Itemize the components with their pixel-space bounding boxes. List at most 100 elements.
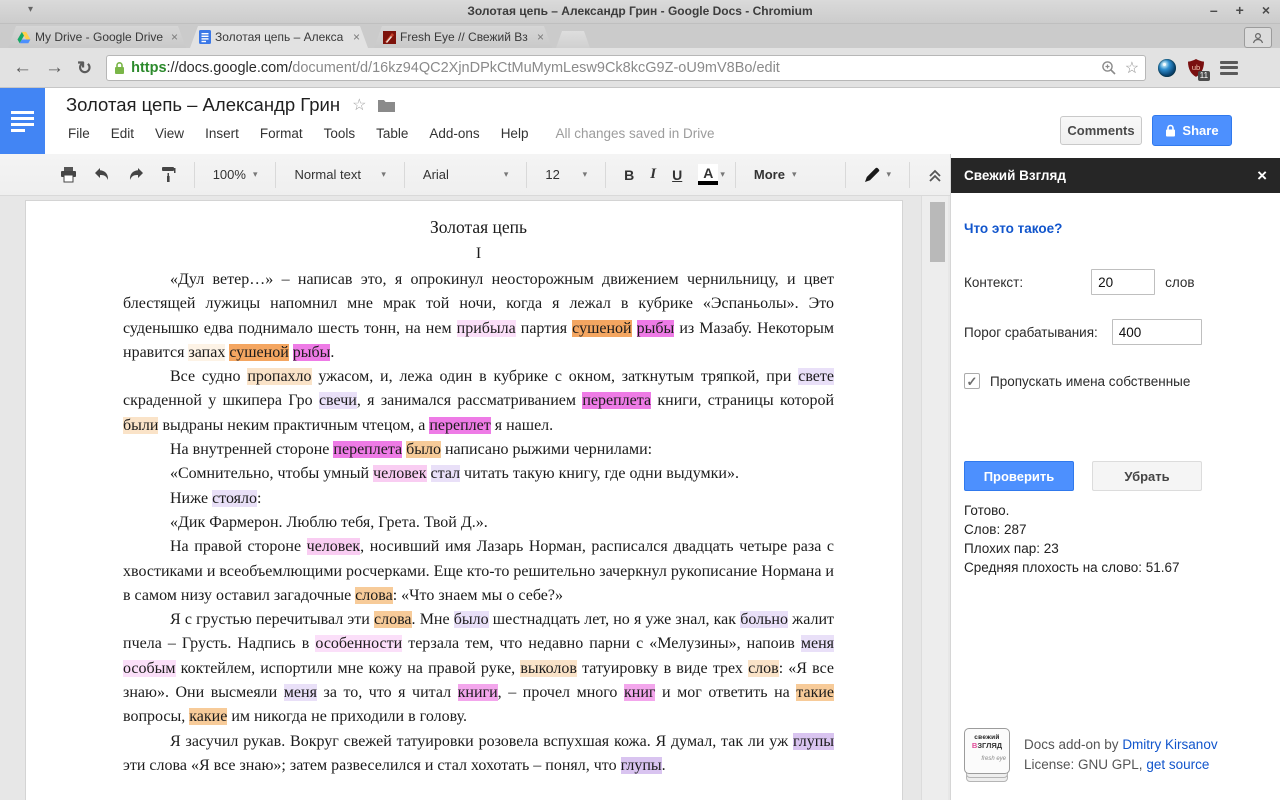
menu-insert[interactable]: Insert: [205, 126, 239, 141]
what-is-this-link[interactable]: Что это такое?: [964, 221, 1062, 236]
paragraph[interactable]: На внутренней стороне переплета было нап…: [123, 438, 834, 462]
profile-button[interactable]: [1244, 27, 1272, 48]
url-host: ://docs.google.com/: [167, 60, 293, 76]
highlighted-word: стояло: [212, 490, 257, 507]
collapse-toolbar-icon[interactable]: [928, 168, 942, 182]
clear-button[interactable]: Убрать: [1092, 461, 1202, 491]
menu-file[interactable]: File: [68, 126, 90, 141]
docs-home-button[interactable]: [0, 88, 45, 154]
highlighted-word: меня: [801, 635, 834, 652]
highlighted-word: сушеной: [229, 344, 288, 361]
scrollbar-thumb[interactable]: [930, 202, 945, 262]
tab-fresh-eye[interactable]: Fresh Eye // Свежий Вз ×: [374, 26, 552, 48]
document-page[interactable]: Золотая цепь I «Дул ветер…» – написав эт…: [25, 200, 903, 800]
paragraph[interactable]: На правой стороне человек, носивший имя …: [123, 535, 834, 608]
menu-help[interactable]: Help: [501, 126, 529, 141]
new-tab-button[interactable]: [556, 31, 590, 48]
pen-icon: [864, 167, 880, 183]
highlighted-word: книг: [624, 684, 655, 701]
forward-button[interactable]: →: [45, 58, 64, 77]
context-label: Контекст:: [964, 275, 1023, 290]
reload-button[interactable]: ↻: [77, 59, 92, 77]
tab-my-drive[interactable]: My Drive - Google Drive ×: [8, 26, 186, 48]
move-folder-icon[interactable]: [378, 99, 395, 112]
context-input[interactable]: [1091, 269, 1155, 295]
docs-toolbar: 100%▾ Normal text▾ Arial▾ 12▾ B I U A ▾ …: [0, 154, 950, 196]
zoom-select[interactable]: 100%▾: [213, 167, 258, 182]
menu-table[interactable]: Table: [376, 126, 408, 141]
threshold-input[interactable]: [1112, 319, 1202, 345]
status-line: Средняя плохость на слово: 51.67: [964, 558, 1180, 577]
tab-label: Золотая цепь – Алекса: [215, 30, 347, 44]
doc-chapter-number: I: [123, 242, 834, 266]
get-source-link[interactable]: get source: [1146, 757, 1209, 772]
tab-close-icon[interactable]: ×: [351, 30, 362, 44]
tab-close-icon[interactable]: ×: [169, 30, 180, 44]
doc-heading: Золотая цепь: [123, 215, 834, 240]
minimize-button[interactable]: –: [1210, 2, 1218, 18]
star-document-icon[interactable]: ☆: [352, 95, 366, 115]
document-scrollbar[interactable]: [921, 196, 948, 800]
document-title[interactable]: Золотая цепь – Александр Грин: [66, 94, 340, 116]
tab-strip: My Drive - Google Drive × Золотая цепь –…: [0, 24, 1280, 48]
bookmark-star-icon[interactable]: ☆: [1125, 58, 1139, 78]
status-report: Готово. Слов: 287 Плохих пар: 23 Средняя…: [964, 501, 1180, 577]
chevron-down-icon: ▾: [253, 169, 258, 180]
paragraph[interactable]: Ниже стояло:: [123, 487, 834, 511]
paragraph[interactable]: Я засучил рукав. Вокруг свежей татуировк…: [123, 730, 834, 779]
highlighted-word: были: [123, 417, 158, 434]
fresh-eye-addon-icon: свежий ВЗГЛЯД fresh eye: [964, 728, 1010, 782]
fresh-eye-extension-icon[interactable]: [1158, 59, 1176, 77]
paragraph[interactable]: Я с грустью перечитывал эти слова. Мне б…: [123, 608, 834, 729]
docs-header: Золотая цепь – Александр Грин ☆ File Edit…: [0, 88, 1280, 154]
print-icon[interactable]: [60, 167, 77, 183]
tab-golden-chain[interactable]: Золотая цепь – Алекса ×: [190, 26, 368, 48]
close-button[interactable]: ×: [1262, 2, 1270, 18]
ublock-extension-icon[interactable]: ub 11: [1186, 58, 1206, 78]
highlighted-word: меня: [284, 684, 317, 701]
paint-format-icon[interactable]: [161, 166, 176, 183]
url-bar[interactable]: https://docs.google.com/document/d/16kz9…: [106, 55, 1146, 81]
underline-button[interactable]: U: [672, 167, 682, 183]
highlighted-word: глупы: [621, 757, 662, 774]
undo-icon[interactable]: [93, 167, 111, 182]
bold-button[interactable]: B: [624, 167, 634, 183]
font-size-select[interactable]: 12▾: [545, 167, 587, 182]
https-lock-icon: [113, 61, 126, 75]
menu-tools[interactable]: Tools: [324, 126, 356, 141]
italic-button[interactable]: I: [650, 166, 656, 183]
more-menu[interactable]: More▾: [754, 167, 797, 182]
tab-close-icon[interactable]: ×: [535, 30, 546, 44]
menu-view[interactable]: View: [155, 126, 184, 141]
menu-edit[interactable]: Edit: [111, 126, 134, 141]
maximize-button[interactable]: +: [1236, 2, 1244, 18]
font-select[interactable]: Arial▾: [423, 167, 508, 182]
author-link[interactable]: Dmitry Kirsanov: [1122, 737, 1217, 752]
paragraph[interactable]: Все судно пропахло ужасом, и, лежа один …: [123, 365, 834, 438]
back-button[interactable]: ←: [13, 58, 32, 77]
redo-icon[interactable]: [127, 167, 145, 182]
skip-proper-names-checkbox[interactable]: ✓: [964, 373, 980, 389]
highlighted-word: свечи: [319, 392, 357, 409]
zoom-icon[interactable]: [1101, 60, 1117, 76]
highlighted-word: было: [454, 611, 489, 628]
docs-icon: [199, 30, 211, 44]
highlighted-word: человек: [373, 465, 426, 482]
text-color-button[interactable]: A: [698, 164, 718, 185]
chevron-down-icon: ▾: [381, 169, 386, 180]
edit-mode-select[interactable]: ▾: [864, 167, 892, 183]
paragraph[interactable]: «Сомнительно, чтобы умный человек стал ч…: [123, 462, 834, 486]
browser-menu-icon[interactable]: [1220, 61, 1238, 75]
window-title: Золотая цепь – Александр Грин - Google D…: [0, 4, 1280, 18]
context-unit: слов: [1165, 275, 1194, 290]
check-button[interactable]: Проверить: [964, 461, 1074, 491]
paragraph[interactable]: «Дул ветер…» – написав это, я опрокинул …: [123, 268, 834, 365]
menu-addons[interactable]: Add-ons: [429, 126, 479, 141]
chevron-down-icon[interactable]: ▾: [720, 169, 725, 180]
share-button[interactable]: Share: [1152, 115, 1232, 146]
sidebar-close-icon[interactable]: ×: [1257, 166, 1267, 186]
comments-button[interactable]: Comments: [1060, 116, 1142, 145]
menu-format[interactable]: Format: [260, 126, 303, 141]
paragraph[interactable]: «Дик Фармерон. Люблю тебя, Грета. Твой Д…: [123, 511, 834, 535]
paragraph-style-select[interactable]: Normal text▾: [294, 167, 385, 182]
